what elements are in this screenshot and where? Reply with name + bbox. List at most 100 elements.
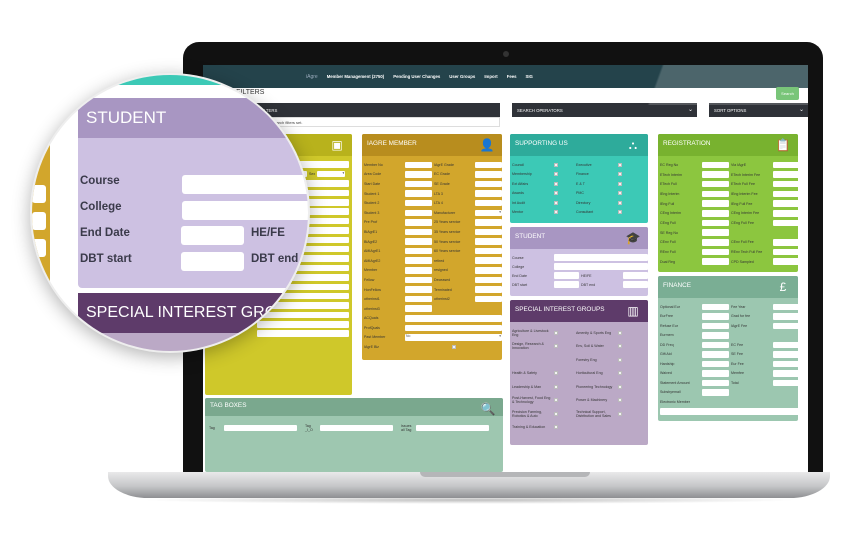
health-safety-checkbox[interactable]: [554, 371, 558, 376]
ieng-interim-input[interactable]: [702, 190, 729, 198]
ieng-full-input[interactable]: [702, 200, 729, 207]
terminated-input[interactable]: [475, 286, 502, 293]
ceng-full-input[interactable]: [702, 219, 729, 227]
e-t-checkbox[interactable]: [618, 181, 622, 186]
cpd-sampled-input[interactable]: [773, 258, 798, 265]
technical-support-distribution-and-sales-checkbox[interactable]: [618, 411, 622, 416]
finance-checkbox[interactable]: [618, 172, 622, 177]
nav-fees[interactable]: Fees: [507, 74, 517, 79]
etech-interim-input[interactable]: [702, 171, 729, 178]
eurmem-input[interactable]: [702, 332, 729, 339]
nav-user-groups[interactable]: User Groups: [449, 74, 475, 79]
se-fee-input[interactable]: [773, 351, 798, 358]
refuse-eur-input[interactable]: [702, 322, 729, 329]
retired-input[interactable]: [475, 257, 502, 264]
dbt-start-input[interactable]: [554, 281, 579, 288]
acquals-input[interactable]: [405, 315, 502, 322]
college-input[interactable]: [182, 201, 308, 220]
biagre2-input[interactable]: [405, 238, 432, 245]
fellow-input[interactable]: [405, 276, 432, 284]
iagre-fee-input[interactable]: [773, 322, 798, 329]
25-years-service-input[interactable]: [475, 219, 502, 226]
amiagre2-input[interactable]: [405, 257, 432, 264]
ceng-full-fee-input[interactable]: [773, 219, 798, 227]
training-education-checkbox[interactable]: [554, 425, 558, 430]
amiagre1-input[interactable]: [405, 247, 432, 255]
fee-year-input[interactable]: [773, 303, 798, 310]
renv-full-input[interactable]: [702, 248, 729, 256]
se-reg-no-input[interactable]: [702, 229, 729, 236]
issues-all-tag-input[interactable]: [416, 424, 489, 432]
resigned-input[interactable]: [475, 267, 502, 274]
grad-for-fee-input[interactable]: [773, 313, 798, 320]
leadership-man-checkbox[interactable]: [554, 384, 558, 389]
ceng-interim-input[interactable]: [702, 210, 729, 217]
membership-checkbox[interactable]: [554, 172, 558, 177]
member-no-input[interactable]: [405, 161, 432, 169]
profquals-input[interactable]: [405, 324, 502, 332]
ec-grade-input[interactable]: [475, 171, 502, 178]
directory-checkbox[interactable]: [618, 200, 622, 205]
electronic-member-input[interactable]: [660, 408, 798, 415]
post-harvest-food-eng-technology-checkbox[interactable]: [554, 398, 558, 403]
tag-i-o-input[interactable]: [320, 424, 393, 432]
via-iagre-input[interactable]: [773, 161, 798, 169]
optional-eur-input[interactable]: [702, 303, 729, 310]
horticultural-eng-checkbox[interactable]: [618, 371, 622, 376]
design-research-innovation-checkbox[interactable]: [554, 344, 558, 349]
nav-member-management-2750[interactable]: Member Management (2750): [327, 74, 385, 79]
etech-full-fee-input[interactable]: [773, 180, 798, 188]
otherinst1-input[interactable]: [405, 295, 432, 303]
50-years-service-input[interactable]: [475, 238, 502, 245]
cenv-full-fee-input[interactable]: [773, 239, 798, 246]
dual-reg-input[interactable]: [702, 258, 729, 265]
nav-import[interactable]: Import: [484, 74, 497, 79]
hardship-input[interactable]: [702, 360, 729, 367]
ceng-interim-fee-input[interactable]: [773, 210, 798, 217]
council-checkbox[interactable]: [554, 162, 558, 167]
member-input[interactable]: [405, 267, 432, 274]
iagre-grade-input[interactable]: [475, 161, 502, 169]
nav-pending-user-changes[interactable]: Pending User Changes: [393, 74, 440, 79]
ec-fee-input[interactable]: [773, 341, 798, 348]
se-grade-input[interactable]: [475, 180, 502, 188]
executive-checkbox[interactable]: [618, 162, 622, 167]
college-input[interactable]: [554, 263, 648, 270]
student-2-input[interactable]: [405, 199, 432, 207]
statement-amount-input[interactable]: [702, 379, 729, 386]
eurfree-input[interactable]: [702, 313, 729, 320]
gift-aid-input[interactable]: [702, 351, 729, 358]
sort-options-dropdown[interactable]: SORT OPTIONS ⌄: [709, 103, 808, 117]
nav-sig[interactable]: SIG: [526, 74, 533, 79]
past-member-select[interactable]: No: [405, 334, 502, 341]
end-date-input[interactable]: [554, 272, 579, 279]
total-input[interactable]: [773, 379, 798, 386]
lta-4-input[interactable]: [475, 199, 502, 207]
course-input[interactable]: [554, 254, 648, 261]
sex-select[interactable]: [317, 170, 346, 178]
search-button[interactable]: Search: [776, 87, 799, 100]
precision-farming-robotics-auto-checkbox[interactable]: [554, 411, 558, 416]
course-input[interactable]: [182, 175, 308, 194]
subsbyemail-input[interactable]: [702, 389, 729, 396]
int-audit-checkbox[interactable]: [554, 200, 558, 205]
consultant-checkbox[interactable]: [618, 210, 622, 215]
pre-prof-input[interactable]: [405, 219, 432, 226]
ieng-interim-fee-input[interactable]: [773, 190, 798, 198]
waived-input[interactable]: [702, 370, 729, 377]
forestry-eng-checkbox[interactable]: [618, 357, 622, 362]
60-years-service-input[interactable]: [475, 247, 502, 255]
memfee-input[interactable]: [773, 370, 798, 377]
lta-3-input[interactable]: [475, 190, 502, 197]
biagre1-input[interactable]: [405, 228, 432, 236]
dbt-start-input[interactable]: [181, 252, 244, 271]
ieng-full-fee-input[interactable]: [773, 200, 798, 207]
tag-input[interactable]: [224, 424, 297, 432]
pioneering-technology-checkbox[interactable]: [618, 384, 622, 389]
end-date-input[interactable]: [181, 226, 244, 245]
35-years-service-input[interactable]: [475, 228, 502, 236]
env-soil-water-checkbox[interactable]: [618, 344, 622, 349]
pmc-checkbox[interactable]: [618, 191, 622, 196]
search-operators-dropdown[interactable]: SEARCH OPERATORS ⌄: [512, 103, 697, 117]
otherinst2-input[interactable]: [475, 295, 502, 303]
